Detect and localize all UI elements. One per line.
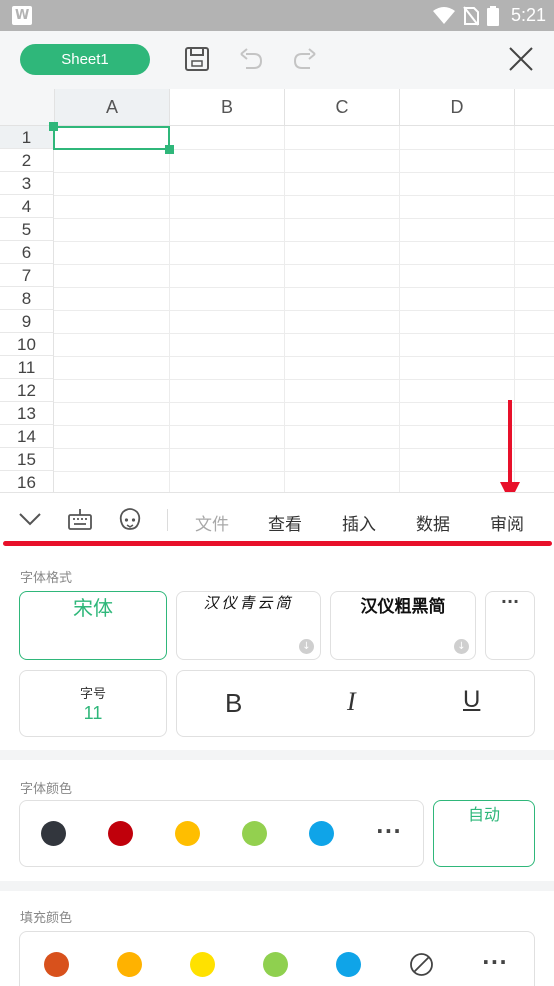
fill-swatch[interactable] [336,952,361,977]
download-icon: ↓ [454,639,469,654]
selection-handle-top-left[interactable] [49,122,58,131]
fill-swatch[interactable] [190,952,215,977]
column-header[interactable]: D [400,89,515,126]
row-header[interactable]: 6 [0,241,54,264]
tab-review[interactable]: 审阅 [490,510,524,535]
status-icons: 5:21 [432,4,546,27]
top-toolbar: Sheet1 [0,31,554,89]
column-header[interactable]: A [55,89,170,126]
row-header[interactable]: 7 [0,264,54,287]
color-swatch[interactable] [309,821,334,846]
format-panel: 字体格式 宋体 汉仪青云简 ↓ 汉仪粗黑简 ↓ ··· 字号 11 B I U … [0,546,554,986]
row-header[interactable]: 1 [0,126,54,149]
color-swatch[interactable] [41,821,66,846]
tab-file[interactable]: 文件 [195,510,229,535]
status-bar: W 5:21 [0,0,554,31]
section-title: 字体颜色 [20,782,73,797]
row-header[interactable]: 9 [0,310,54,333]
more-fonts-button[interactable]: ··· [485,591,535,660]
wifi-icon [432,6,455,24]
font-option-songti[interactable]: 宋体 [19,591,167,660]
auto-color-button[interactable]: 自动 [433,800,535,867]
font-size-button[interactable]: 字号 11 [19,670,167,737]
selection-handle-bottom-right[interactable] [165,145,174,154]
font-option-qingyun[interactable]: 汉仪青云简 ↓ [176,591,321,660]
fill-swatch[interactable] [117,952,142,977]
column-header[interactable]: B [170,89,285,126]
download-icon: ↓ [299,639,314,654]
font-color-palette: ··· [19,800,424,867]
fill-color-palette: ··· [19,931,535,986]
color-swatch[interactable] [108,821,133,846]
fill-swatch[interactable] [44,952,69,977]
status-time: 5:21 [510,5,546,25]
row-header[interactable]: 8 [0,287,54,310]
tab-data[interactable]: 数据 [416,510,450,535]
row-header[interactable]: 3 [0,172,54,195]
no-sim-icon [463,5,479,26]
column-header[interactable]: C [285,89,400,126]
row-header[interactable]: 14 [0,425,54,448]
font-option-cuhei[interactable]: 汉仪粗黑简 ↓ [330,591,476,660]
tab-insert[interactable]: 插入 [342,510,376,535]
font-option-label: 宋体 [73,596,113,620]
app-logo: W [12,6,32,25]
column-header-partial[interactable] [515,89,554,126]
font-option-label: 汉仪青云简 [203,594,294,612]
color-swatch[interactable] [242,821,267,846]
annotation-arrow [508,400,512,490]
font-size-label: 字号 [79,687,106,702]
color-swatch[interactable] [175,821,200,846]
corner-cell[interactable] [0,89,55,126]
tool-tab-bar: 文件 查看 插入 数据 审阅 [0,492,554,545]
more-fill-colors-button[interactable]: ··· [482,950,508,974]
row-header[interactable]: 12 [0,379,54,402]
row-header[interactable]: 11 [0,356,54,379]
auto-color-label: 自动 [467,805,500,824]
undo-icon[interactable] [238,46,264,72]
text-style-group: B I U [176,670,535,737]
save-icon[interactable] [184,46,210,72]
row-header[interactable]: 4 [0,195,54,218]
tab-view[interactable]: 查看 [268,510,302,535]
emoji-icon[interactable] [118,507,142,531]
section-title: 字体格式 [20,571,73,586]
row-header[interactable]: 2 [0,149,54,172]
font-size-value: 11 [83,703,103,723]
spreadsheet-grid[interactable]: A B C D 1 2 3 4 5 6 7 8 9 10 11 12 13 14… [0,89,554,492]
selected-cell[interactable] [53,126,170,150]
collapse-chevron-icon[interactable] [19,512,41,526]
close-icon[interactable] [508,46,534,72]
keyboard-icon[interactable] [68,507,92,531]
more-colors-button[interactable]: ··· [376,819,402,843]
tab-divider [167,509,168,531]
italic-button[interactable]: I [347,687,356,717]
bold-button[interactable]: B [225,688,242,719]
sheet-tab-button[interactable]: Sheet1 [20,44,150,75]
row-header[interactable]: 5 [0,218,54,241]
row-header[interactable]: 10 [0,333,54,356]
more-fonts-label: ··· [500,592,520,611]
font-option-label: 汉仪粗黑简 [360,597,446,617]
redo-icon[interactable] [292,46,318,72]
font-color-section: 字体颜色 ··· 自动 [0,760,554,881]
underline-button[interactable]: U [463,686,480,714]
fill-color-section: 填充颜色 ··· [0,891,554,986]
row-header[interactable]: 15 [0,448,54,471]
font-format-section: 字体格式 宋体 汉仪青云简 ↓ 汉仪粗黑简 ↓ ··· 字号 11 B I U [0,546,554,750]
row-header[interactable]: 16 [0,471,54,492]
row-header[interactable]: 13 [0,402,54,425]
section-title: 填充颜色 [20,911,73,926]
no-fill-icon[interactable] [409,952,434,977]
battery-icon [486,5,499,26]
fill-swatch[interactable] [263,952,288,977]
